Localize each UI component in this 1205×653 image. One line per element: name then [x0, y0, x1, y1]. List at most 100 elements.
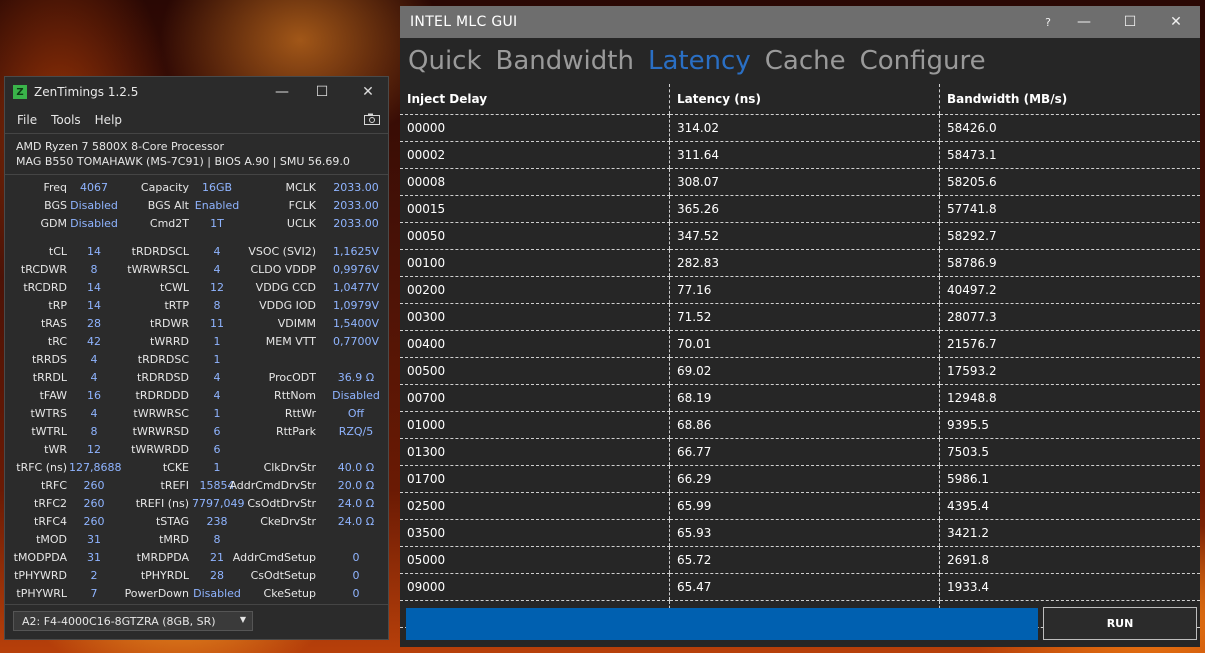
dimm-select[interactable]: A2: F4-4000C16-8GTZRA (8GB, SR) ▼ [13, 611, 253, 631]
timing-label: VSOC (SVI2) [248, 245, 316, 258]
timing-row: tMOD 31 tMRD 8 [5, 531, 388, 549]
latency-cell: 65.47 [669, 573, 940, 601]
timing-row: tRCDWR 8 tWRWRSCL 4 CLDO VDDP 0,9976V [5, 261, 388, 279]
bandwidth-cell: 28077.3 [939, 303, 1200, 331]
timing-value: 2033.00 [333, 199, 379, 212]
window-title: INTEL MLC GUI [410, 14, 518, 30]
timing-label: tRDRDSD [137, 371, 189, 384]
window-title: ZenTimings 1.2.5 [34, 85, 139, 99]
timing-value: 36.9 Ω [337, 371, 375, 384]
zentimings-titlebar[interactable]: Z ZenTimings 1.2.5 — ☐ ✕ [5, 77, 388, 107]
mlc-titlebar[interactable]: INTEL MLC GUI ? — ☐ ✕ [400, 6, 1200, 38]
timing-label: tRDWR [150, 317, 189, 330]
inject-delay-cell: 03500 [400, 519, 670, 547]
timing-label: tRRDL [32, 371, 67, 384]
inject-delay-cell: 00100 [400, 249, 670, 277]
timing-value: 1 [213, 335, 221, 348]
timing-label: tRTP [164, 299, 189, 312]
timing-label: AddrCmdSetup [232, 551, 316, 564]
maximize-button[interactable]: ☐ [1109, 6, 1151, 38]
timing-label: tFAW [39, 389, 67, 402]
timing-value: 6 [213, 443, 221, 456]
timing-value: Disabled [70, 217, 118, 230]
timing-label: tWTRL [31, 425, 67, 438]
menu-help[interactable]: Help [95, 113, 122, 127]
table-row: 00050 347.52 58292.7 [400, 222, 1200, 250]
close-button[interactable]: ✕ [1155, 6, 1197, 38]
run-button[interactable]: RUN [1043, 607, 1197, 640]
timing-label: ProcODT [268, 371, 316, 384]
bandwidth-cell: 12948.8 [939, 384, 1200, 412]
timing-label: tPHYRDL [140, 569, 189, 582]
timing-label: tRFC (ns) [16, 461, 67, 474]
timing-label: Freq [43, 181, 67, 194]
timing-label: GDM [40, 217, 68, 230]
help-button[interactable]: ? [1028, 6, 1068, 38]
timing-label: Cmd2T [149, 217, 189, 230]
timing-label: tMOD [36, 533, 67, 546]
inject-delay-cell: 00050 [400, 222, 670, 250]
table-row: 00100 282.83 58786.9 [400, 249, 1200, 277]
timing-value: 4 [213, 245, 221, 258]
menu-file[interactable]: File [17, 113, 37, 127]
menu-tools[interactable]: Tools [51, 113, 81, 127]
timing-label: tWRWRSD [132, 425, 189, 438]
screenshot-camera-icon[interactable] [364, 113, 380, 125]
latency-cell: 347.52 [669, 222, 940, 250]
tab-configure[interactable]: Configure [860, 46, 986, 76]
tab-latency[interactable]: Latency [648, 46, 751, 76]
minimize-button[interactable]: — [1063, 6, 1105, 38]
timing-value: 4067 [80, 181, 108, 194]
timing-label: tCKE [162, 461, 189, 474]
timing-value: 0 [352, 587, 360, 600]
close-button[interactable]: ✕ [345, 77, 391, 107]
timing-label: tRAS [40, 317, 67, 330]
timing-value: RZQ/5 [338, 425, 374, 438]
latency-cell: 68.86 [669, 411, 940, 439]
timing-label: tWRRD [150, 335, 189, 348]
timing-label: CkeSetup [263, 587, 316, 600]
tab-cache[interactable]: Cache [765, 46, 846, 76]
maximize-button[interactable]: ☐ [299, 77, 345, 107]
latency-cell: 77.16 [669, 276, 940, 304]
timing-row: Freq 4067 Capacity 16GB MCLK 2033.00 [5, 179, 388, 197]
latency-cell: 314.02 [669, 114, 940, 142]
bandwidth-cell: 1933.4 [939, 573, 1200, 601]
tab-quick[interactable]: Quick [408, 46, 482, 76]
timing-value: 260 [83, 515, 105, 528]
timing-value: 0,7700V [332, 335, 379, 348]
table-row: 00300 71.52 28077.3 [400, 303, 1200, 331]
table-row: 00015 365.26 57741.8 [400, 195, 1200, 223]
timing-row: tMODPDA 31 tMRDPDA 21 AddrCmdSetup 0 [5, 549, 388, 567]
zentimings-window: Z ZenTimings 1.2.5 — ☐ ✕ File Tools Help… [4, 76, 389, 640]
timing-value: 0 [352, 569, 360, 582]
inject-delay-cell: 01700 [400, 465, 670, 493]
bandwidth-cell: 21576.7 [939, 330, 1200, 358]
timing-value: 8 [90, 263, 98, 276]
timing-value: 8 [90, 425, 98, 438]
timing-value: 1,0477V [332, 281, 379, 294]
timing-value: 16 [87, 389, 101, 402]
timing-label: tSTAG [155, 515, 189, 528]
table-row: 01000 68.86 9395.5 [400, 411, 1200, 439]
table-row: 00008 308.07 58205.6 [400, 168, 1200, 196]
timing-label: tPHYWRL [16, 587, 67, 600]
latency-cell: 70.01 [669, 330, 940, 358]
bandwidth-cell: 17593.2 [939, 357, 1200, 385]
latency-cell: 365.26 [669, 195, 940, 223]
timing-value: 2 [90, 569, 98, 582]
timing-row: BGS Disabled BGS Alt Enabled FCLK 2033.00 [5, 197, 388, 215]
timing-label: tWRWRSCL [127, 263, 189, 276]
timing-value: 7797,049 [192, 497, 245, 510]
timing-label: tRCDWR [20, 263, 67, 276]
timing-value: 1,1625V [332, 245, 379, 258]
timing-value: 238 [206, 515, 228, 528]
timing-value: 0,9976V [332, 263, 379, 276]
timing-value: 1 [213, 461, 221, 474]
timing-label: RttWr [284, 407, 316, 420]
bandwidth-cell: 58473.1 [939, 141, 1200, 169]
timing-value: 14 [87, 245, 101, 258]
table-row: 09000 65.47 1933.4 [400, 573, 1200, 601]
timing-row: tPHYWRL 7 PowerDown Disabled CkeSetup 0 [5, 585, 388, 603]
tab-bandwidth[interactable]: Bandwidth [496, 46, 634, 76]
